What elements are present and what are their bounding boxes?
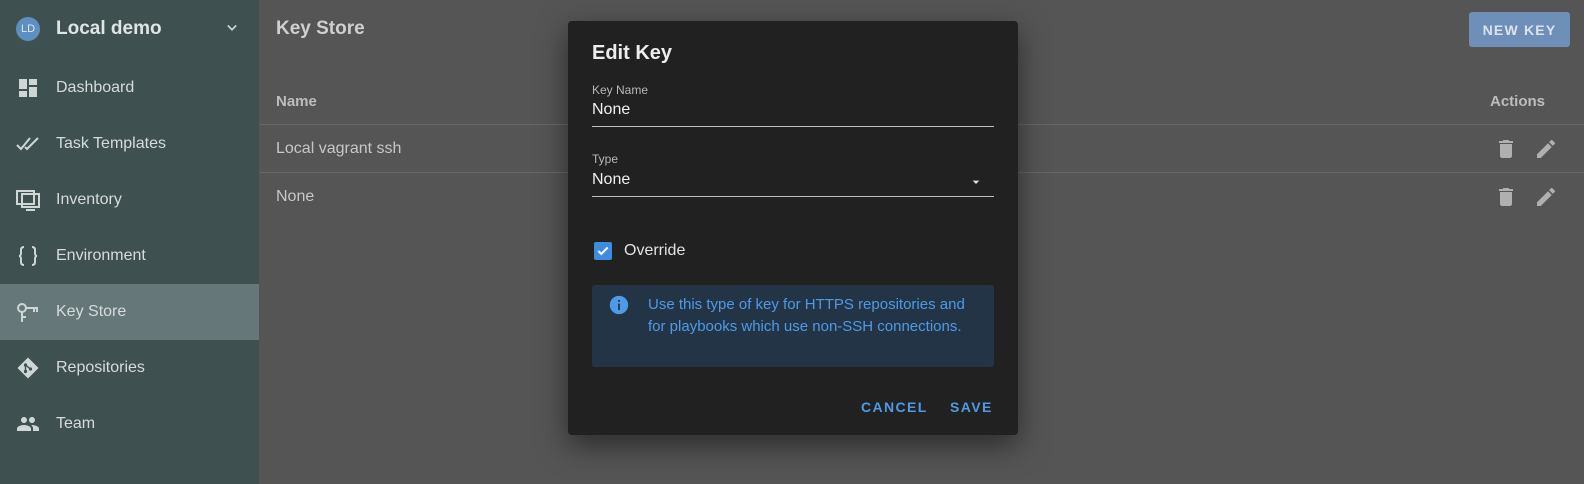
people-icon <box>17 417 39 431</box>
check-icon <box>597 246 609 256</box>
override-label[interactable]: Override <box>624 242 685 260</box>
sidebar-item-dashboard[interactable]: Dashboard <box>0 60 259 116</box>
sidebar-item-repositories[interactable]: Repositories <box>0 340 259 396</box>
sidebar-item-label: Repositories <box>56 359 145 376</box>
edit-icon[interactable] <box>1534 137 1558 161</box>
dashboard-icon <box>19 79 37 97</box>
git-icon <box>17 357 39 379</box>
caret-down-icon[interactable] <box>968 174 984 190</box>
dialog-title: Edit Key <box>592 42 673 64</box>
edit-key-dialog: Edit Key Key Name None Type None Overrid… <box>568 21 1018 435</box>
sidebar-item-environment[interactable]: Environment <box>0 228 259 284</box>
sidebar-item-task-templates[interactable]: Task Templates <box>0 116 259 172</box>
key-icon <box>17 303 38 322</box>
type-label: Type <box>592 152 619 166</box>
project-switcher[interactable]: LD Local demo <box>0 0 259 58</box>
save-button[interactable]: SAVE <box>950 399 993 415</box>
override-checkbox[interactable] <box>594 242 612 260</box>
type-select[interactable]: None <box>592 171 630 189</box>
sidebar-item-inventory[interactable]: Inventory <box>0 172 259 228</box>
table-row-name: Local vagrant ssh <box>276 140 402 157</box>
cancel-button[interactable]: CANCEL <box>861 399 928 415</box>
type-underline <box>592 196 994 197</box>
double-check-icon <box>16 137 39 151</box>
column-header-name[interactable]: Name <box>276 93 317 110</box>
sidebar-item-team[interactable]: Team <box>0 396 259 452</box>
braces-icon <box>18 246 38 266</box>
chevron-down-icon <box>227 24 237 31</box>
delete-icon[interactable] <box>1494 137 1518 161</box>
info-icon <box>609 295 629 315</box>
info-text: Use this type of key for HTTPS repositor… <box>648 296 965 335</box>
edit-icon[interactable] <box>1534 185 1558 209</box>
key-name-label: Key Name <box>592 83 649 97</box>
sidebar-item-key-store[interactable]: Key Store <box>0 284 259 340</box>
sidebar-item-label: Inventory <box>56 191 122 208</box>
table-row-name: None <box>276 188 315 205</box>
key-name-underline <box>592 126 994 127</box>
new-key-button[interactable]: NEW KEY <box>1469 12 1570 47</box>
project-avatar: LD <box>16 17 40 41</box>
sidebar: LD Local demo Dashboard Task Templates I… <box>0 0 259 484</box>
sidebar-item-label: Dashboard <box>56 79 135 96</box>
delete-icon[interactable] <box>1494 185 1518 209</box>
column-header-actions: Actions <box>1490 93 1546 110</box>
key-name-input[interactable]: None <box>592 101 630 119</box>
monitor-icon <box>16 190 40 211</box>
page-title: Key Store <box>276 18 365 39</box>
info-alert: Use this type of key for HTTPS repositor… <box>592 285 994 367</box>
sidebar-item-label: Task Templates <box>56 135 166 152</box>
sidebar-item-label: Environment <box>56 247 146 264</box>
sidebar-item-label: Team <box>56 415 96 432</box>
project-name: Local demo <box>56 18 162 39</box>
sidebar-item-label: Key Store <box>56 303 127 320</box>
